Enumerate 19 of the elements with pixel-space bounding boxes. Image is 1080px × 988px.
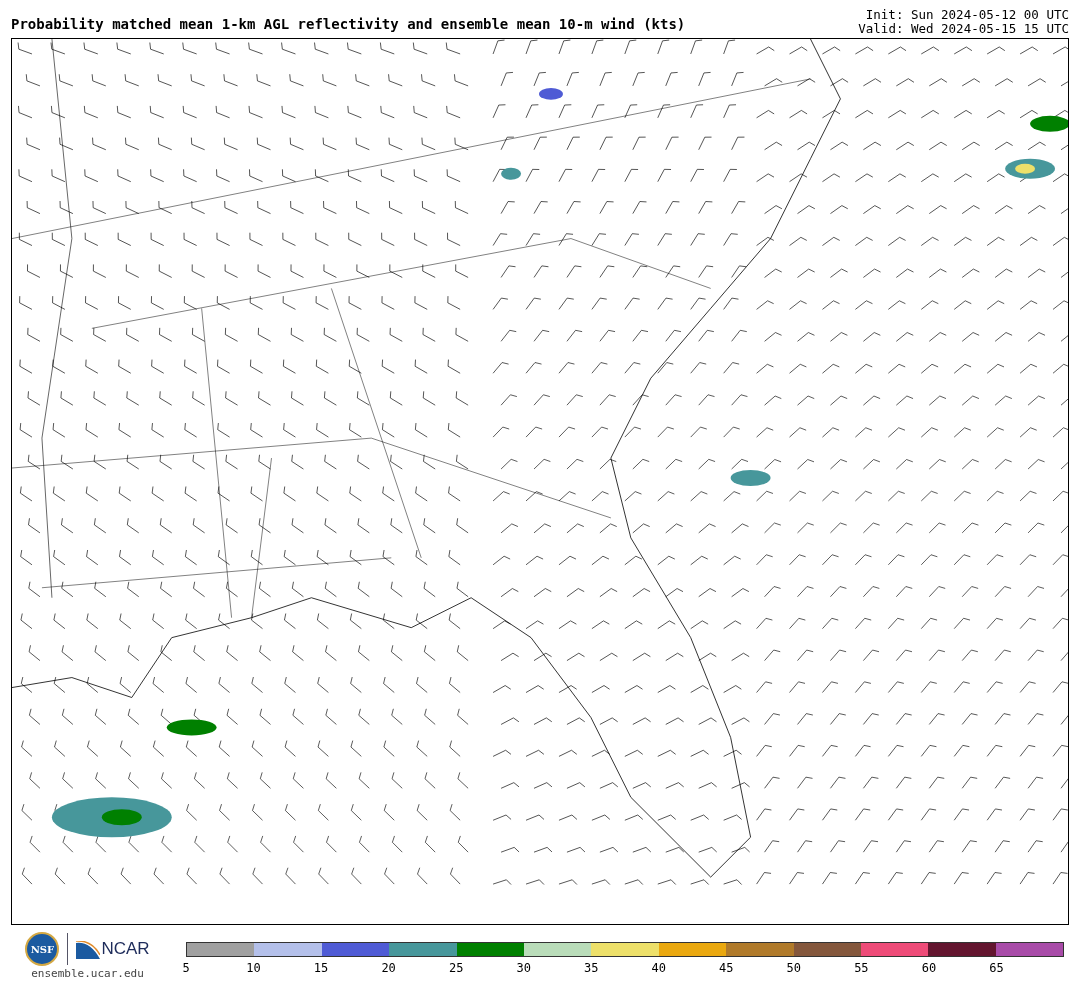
tick-label: 30 [516,961,531,975]
tick-label: 60 [921,961,937,975]
tick-label: 35 [584,961,599,975]
tick-label: 40 [651,961,666,975]
tick-label: 55 [854,961,869,975]
chart-title: Probability matched mean 1-km AGL reflectivity and ensemble mean 10-m wind (kts) [11,16,686,34]
website-url: ensemble.ucar.edu [31,967,144,980]
tick-label: 15 [313,961,329,975]
init-time: Init: Sun 2024-05-12 00 UTC [864,8,1069,22]
valid-time: Valid: Wed 2024-05-15 15 UTC [858,22,1069,36]
tick-label: 50 [786,961,802,975]
nsf-logo: NSF [25,932,60,966]
ncar-logo: NCAR [76,939,150,959]
tick-label: 10 [246,961,261,975]
tick-label: 20 [381,961,396,975]
tick-label: 5 [182,961,190,975]
tick-label: 45 [719,961,734,975]
tick-label: 65 [989,961,1004,975]
tick-label: 25 [448,961,464,975]
